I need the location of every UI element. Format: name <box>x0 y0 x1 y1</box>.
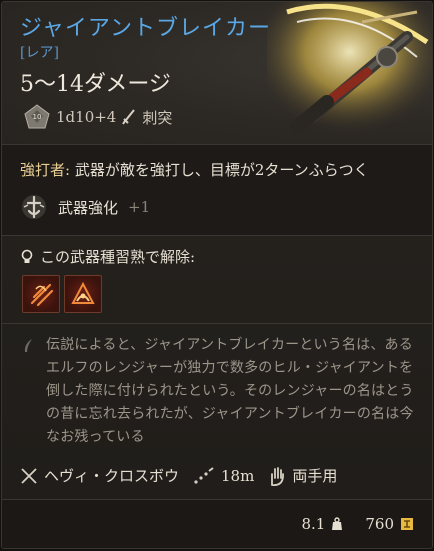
flame-slash-action-icon[interactable] <box>22 275 60 313</box>
handedness-label: 両手用 <box>292 467 338 485</box>
proficiency-actions <box>2 267 432 323</box>
weapon-effect: 強打者: 武器が敵を強打し、目標が2ターンふらつく <box>2 145 432 189</box>
crossbow-type-icon <box>21 467 37 484</box>
weapon-type: ヘヴィ・クロスボウ <box>20 465 179 486</box>
damage-dice-row: 10 1d10+4 刺突 <box>24 104 172 130</box>
effect-name: 強打者: <box>20 161 71 179</box>
damage-dice: 1d10+4 <box>56 108 117 126</box>
weapon-enchant-icon <box>22 195 46 219</box>
weapon-handedness: 両手用 <box>268 465 337 486</box>
proficiency-header: この武器種習熟で解除: <box>2 236 432 267</box>
hand-icon <box>271 466 285 486</box>
skill-label: 武器強化 <box>58 198 119 217</box>
heavy-crossbow-image <box>267 2 432 144</box>
quill-icon <box>24 339 32 352</box>
svg-text:10: 10 <box>33 113 42 121</box>
damage-type: 刺突 <box>142 108 173 127</box>
flame-hood-action-icon[interactable] <box>64 275 102 313</box>
range-icon <box>194 466 214 484</box>
d10-die-icon: 10 <box>24 104 50 129</box>
weight-icon <box>332 517 343 530</box>
lore-section: 伝説によると、ジャイアントブレイカーという名は、あるエルフのレンジャーが独力で数… <box>2 324 432 455</box>
tooltip-header: ジャイアントブレイカー [レア] 5〜14ダメージ 10 1d10+4 刺突 <box>2 2 432 144</box>
proficiency-bulb-icon <box>21 249 33 263</box>
weapon-range: 18m <box>193 467 254 485</box>
weight-value: 8.1 <box>301 515 326 533</box>
item-weight: 8.1 <box>302 515 344 533</box>
pierce-damage-icon <box>122 109 136 125</box>
weapon-effects-section: 強打者: 武器が敵を強打し、目標が2ターンふらつく 武器強化 +1 <box>2 145 432 235</box>
skill-weapon-enchant[interactable]: 武器強化 +1 <box>2 189 432 235</box>
gold-coin-icon <box>401 518 413 530</box>
weapon-type-label: ヘヴィ・クロスボウ <box>44 467 180 485</box>
item-damage: 5〜14ダメージ <box>20 72 171 97</box>
skill-bonus: +1 <box>128 198 151 216</box>
lore-text: 伝説によると、ジャイアントブレイカーという名は、あるエルフのレンジャーが独力で数… <box>46 337 414 445</box>
tooltip-footer: 8.1 760 <box>2 499 432 548</box>
effect-description: 武器が敵を強打し、目標が2ターンふらつく <box>70 161 369 179</box>
price-value: 760 <box>365 515 394 533</box>
item-price: 760 <box>365 515 414 533</box>
proficiency-label: この武器種習熟で解除: <box>40 248 196 266</box>
item-rarity: [レア] <box>20 45 59 61</box>
weapon-properties: ヘヴィ・クロスボウ 18m 両手用 <box>2 455 432 496</box>
item-name: ジャイアントブレイカー <box>20 16 272 41</box>
item-tooltip: ジャイアントブレイカー [レア] 5〜14ダメージ 10 1d10+4 刺突 強… <box>1 1 433 549</box>
range-label: 18m <box>221 466 255 485</box>
